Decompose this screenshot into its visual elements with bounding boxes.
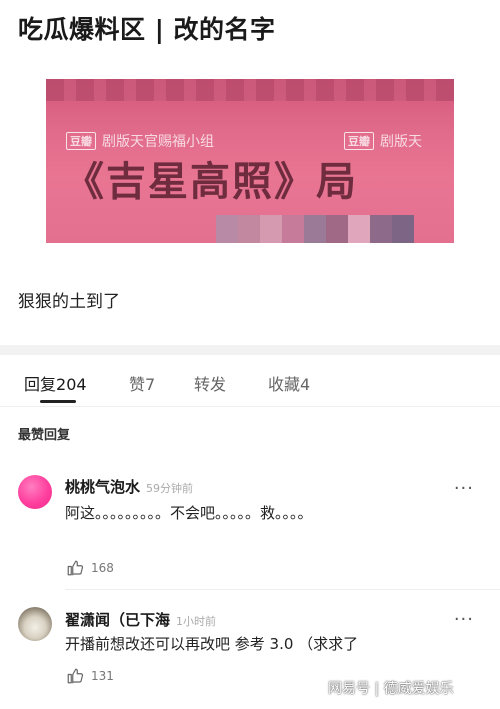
post-body: 狠狠的土到了 [18, 292, 120, 312]
image-watermark-right: 豆瓣 剧版天 [344, 131, 422, 151]
watermark-text: 剧版天 [380, 134, 422, 150]
mosaic-tile [238, 229, 260, 243]
mosaic-tile [260, 229, 282, 243]
mosaic-blur [216, 215, 414, 243]
mosaic-tile [326, 229, 348, 243]
thumbs-up-icon [67, 668, 84, 684]
comment-time: 1小时前 [176, 615, 217, 628]
mosaic-tile [392, 229, 414, 243]
douban-logo: 豆瓣 [66, 132, 96, 150]
mosaic-tile [282, 229, 304, 243]
mosaic-tile [304, 229, 326, 243]
mosaic-tile [370, 215, 392, 229]
comment-text: 开播前想改还可以再改吧 参考 3.0 （求求了 [65, 635, 359, 653]
thumbs-up-icon [67, 560, 84, 576]
footer-watermark: 网易号 | 德威爱娱乐 [328, 681, 454, 697]
mosaic-tile [370, 229, 392, 243]
mosaic-tile [282, 215, 304, 229]
mosaic-tile [238, 215, 260, 229]
active-tab-indicator [40, 400, 76, 403]
image-watermark: 豆瓣 剧版天官赐福小组 [66, 131, 214, 151]
comment-author[interactable]: 桃桃气泡水 59分钟前 [65, 476, 193, 497]
tab-replies[interactable]: 回复204 [24, 371, 87, 395]
mosaic-tile [348, 215, 370, 229]
mosaic-tile [216, 215, 238, 229]
mosaic-tile [216, 229, 238, 243]
post-title: 吃瓜爆料区 | 改的名字 [18, 15, 276, 44]
mosaic-tile [392, 215, 414, 229]
tab-reposts[interactable]: 转发 [194, 371, 226, 395]
post-image[interactable]: 豆瓣 剧版天官赐福小组 豆瓣 剧版天 《吉星高照》局 [46, 79, 454, 243]
like-count: 131 [91, 669, 114, 683]
avatar[interactable] [18, 475, 52, 509]
more-options-icon[interactable]: ··· [454, 480, 474, 498]
section-divider [0, 345, 500, 355]
mosaic-tile [260, 215, 282, 229]
watermark-text: 剧版天官赐福小组 [102, 134, 214, 150]
more-options-icon[interactable]: ··· [454, 611, 474, 629]
like-button[interactable]: 168 [66, 559, 114, 577]
like-count: 168 [91, 561, 114, 575]
avatar[interactable] [18, 607, 52, 641]
tab-favorites[interactable]: 收藏4 [268, 371, 310, 395]
comment-divider [65, 589, 500, 590]
tab-bar: 回复204 赞7 转发 收藏4 [0, 355, 500, 407]
image-top-band [46, 79, 454, 101]
douban-logo: 豆瓣 [344, 132, 374, 150]
mosaic-tile [326, 215, 348, 229]
like-button[interactable]: 131 [66, 667, 114, 685]
mosaic-tile [348, 229, 370, 243]
comment-time: 59分钟前 [146, 482, 194, 495]
mosaic-tile [304, 215, 326, 229]
comment-author[interactable]: 翟潇闻（已下海 1小时前 [65, 609, 216, 630]
comment-text: 阿这。。。。。。。。。不会吧。。。。。救。。。。 [65, 504, 313, 522]
image-book-title: 《吉星高照》局 [64, 158, 358, 205]
tab-likes[interactable]: 赞7 [129, 371, 155, 395]
section-label: 最赞回复 [18, 428, 71, 443]
